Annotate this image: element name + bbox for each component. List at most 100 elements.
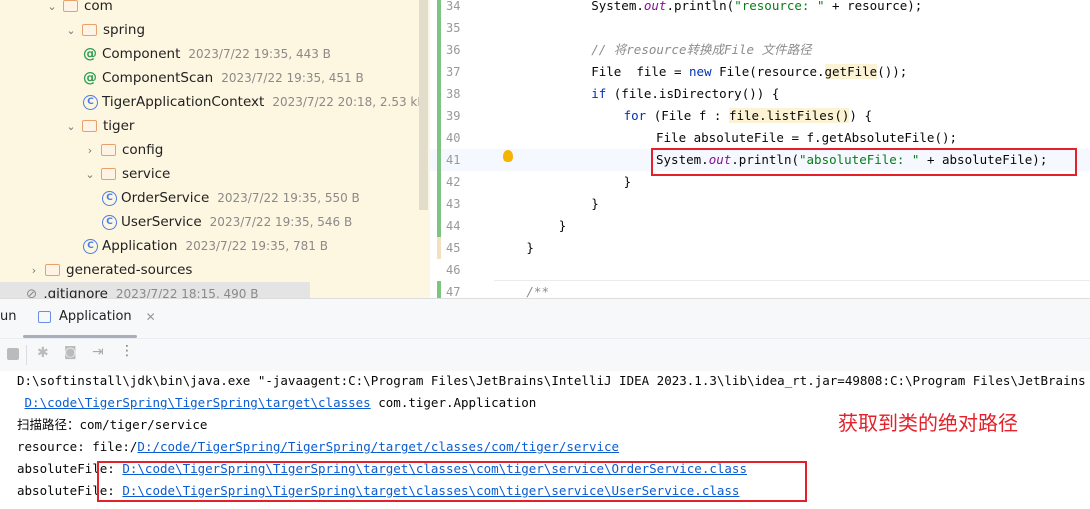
tree-item[interactable]: @ Component 2023/7/22 19:35, 443 B — [83, 42, 331, 66]
change-marker — [437, 0, 441, 17]
code-line[interactable] — [494, 259, 1090, 281]
tree-item-label: com — [84, 0, 113, 14]
tree-item[interactable]: › config — [83, 138, 164, 162]
tree-scrollbar[interactable] — [419, 0, 428, 210]
change-marker — [437, 39, 441, 61]
tree-item-label: tiger — [103, 118, 135, 134]
code-line[interactable]: if (file.isDirectory()) { — [494, 83, 1090, 105]
chevron-right-icon[interactable]: › — [27, 264, 41, 277]
code-line[interactable]: File file = new File(resource.getFile())… — [494, 61, 1090, 83]
chevron-down-icon[interactable]: ⌄ — [45, 0, 59, 13]
tree-item[interactable]: ⊘ .gitignore 2023/7/22 18:15, 490 B — [0, 282, 310, 298]
file-meta: 2023/7/22 20:18, 2.53 kB — [272, 95, 426, 109]
code-line[interactable]: // 将resource转换成File 文件路径 — [494, 39, 1090, 61]
camera-icon[interactable]: ◙ — [64, 345, 77, 360]
console-text: 扫描路径：com/tiger/service — [17, 417, 208, 432]
code-line[interactable]: } — [494, 193, 1090, 215]
highlight-box-output — [97, 461, 807, 502]
tree-item[interactable]: ⌄ spring — [64, 18, 145, 42]
console-icon — [38, 310, 51, 323]
class-icon: C — [83, 94, 98, 110]
change-marker — [437, 149, 441, 171]
code-line[interactable]: System.out.println("resource: " + resour… — [494, 0, 1090, 17]
tree-item[interactable]: C OrderService 2023/7/22 19:35, 550 B — [102, 186, 360, 210]
code-line[interactable]: } — [494, 237, 1090, 259]
tree-item[interactable]: C TigerApplicationContext 2023/7/22 20:18,… — [83, 90, 426, 114]
tree-item-label: Component — [102, 46, 181, 62]
change-marker — [437, 105, 441, 127]
project-tree: ⌄ com ⌄ spring @ Component 2023/7/22 19:35, 44… — [0, 0, 430, 298]
tree-item[interactable]: C UserService 2023/7/22 19:35, 546 B — [102, 210, 352, 234]
debug-icon[interactable]: ✱ — [37, 345, 49, 361]
code-line[interactable]: File absoluteFile = f.getAbsoluteFile(); — [494, 127, 1090, 149]
tree-item-label: .gitignore — [43, 286, 108, 298]
file-meta: 2023/7/22 19:35, 451 B — [221, 71, 364, 85]
run-toolbar: ✱ ◙ ⇥ ⋮ — [0, 339, 1090, 371]
folder-icon — [82, 24, 97, 36]
tree-item[interactable]: C Application 2023/7/22 19:35, 781 B — [83, 234, 328, 258]
change-marker — [437, 171, 441, 193]
folder-icon — [45, 264, 60, 276]
code-line[interactable]: /** — [494, 281, 1090, 298]
tree-item-label: generated-sources — [66, 262, 193, 278]
tree-item[interactable]: ⌄ service — [83, 162, 170, 186]
console-text: resource: file:/ — [17, 439, 138, 454]
change-marker — [437, 17, 441, 39]
tab-application[interactable]: Application ✕ — [38, 309, 156, 324]
file-meta: 2023/7/22 19:35, 546 B — [209, 215, 353, 229]
change-marker — [437, 215, 441, 237]
change-marker — [437, 259, 441, 281]
file-link[interactable]: D:\code\TigerSpring\TigerSpring\target\c… — [25, 395, 371, 410]
file-meta: 2023/7/22 18:15, 490 B — [115, 287, 259, 298]
active-tab-indicator — [23, 335, 137, 338]
tree-item-label: OrderService — [121, 190, 210, 206]
console-line: D:\softinstall\jdk\bin\java.exe "-javaag… — [0, 370, 1090, 392]
stop-icon[interactable] — [7, 348, 19, 360]
folder-icon — [101, 144, 116, 156]
class-icon: C — [83, 238, 98, 254]
annotation-icon: @ — [83, 69, 97, 86]
tree-item[interactable]: ⌄ com — [45, 0, 113, 18]
file-link[interactable]: D:/code/TigerSpring/TigerSpring/target/c… — [137, 439, 619, 454]
folder-icon — [63, 0, 78, 12]
run-label: un — [0, 309, 17, 324]
highlight-box-code — [651, 148, 1077, 176]
file-meta: 2023/7/22 19:35, 443 B — [188, 47, 331, 61]
class-icon: C — [102, 190, 117, 206]
tree-item-label: Application — [102, 238, 178, 254]
tree-item[interactable]: ⌄ tiger — [64, 114, 134, 138]
run-tabs: un Application ✕ — [0, 299, 1090, 339]
tab-label: Application — [59, 309, 132, 324]
change-marker — [437, 127, 441, 149]
change-marker — [437, 193, 441, 215]
console-line: resource: file:/D:/code/TigerSpring/Tige… — [0, 436, 1090, 458]
tree-item-label: spring — [103, 22, 146, 38]
code-line[interactable]: for (File f : file.listFiles()) { — [494, 105, 1090, 127]
change-marker — [437, 281, 441, 298]
tree-item-label: ComponentScan — [102, 70, 214, 86]
tree-item[interactable]: @ ComponentScan 2023/7/22 19:35, 451 B — [83, 66, 364, 90]
chevron-down-icon[interactable]: ⌄ — [64, 120, 78, 133]
file-meta: 2023/7/22 19:35, 781 B — [185, 239, 328, 253]
change-marker — [437, 83, 441, 105]
change-marker — [437, 61, 441, 83]
annotation-icon: @ — [83, 45, 97, 62]
tree-item[interactable]: › generated-sources — [27, 258, 193, 282]
change-marker — [437, 237, 441, 259]
chevron-right-icon[interactable]: › — [83, 144, 97, 157]
code-line[interactable] — [494, 17, 1090, 39]
tree-item-label: TigerApplicationContext — [102, 94, 265, 110]
close-icon[interactable]: ✕ — [146, 310, 156, 324]
run-panel: un Application ✕ ✱ ◙ ⇥ ⋮ D:\softinstall\… — [0, 298, 1090, 509]
chevron-down-icon[interactable]: ⌄ — [83, 168, 97, 181]
class-icon: C — [102, 214, 117, 230]
console-text: com.tiger.Application — [370, 395, 537, 410]
annotation-note: 获取到类的绝对路径 — [838, 411, 1018, 435]
tree-item-label: UserService — [121, 214, 202, 230]
code-line[interactable]: } — [494, 215, 1090, 237]
chevron-down-icon[interactable]: ⌄ — [64, 24, 78, 37]
login-icon[interactable]: ⇥ — [92, 344, 104, 360]
divider — [26, 345, 27, 365]
more-icon[interactable]: ⋮ — [120, 343, 134, 359]
